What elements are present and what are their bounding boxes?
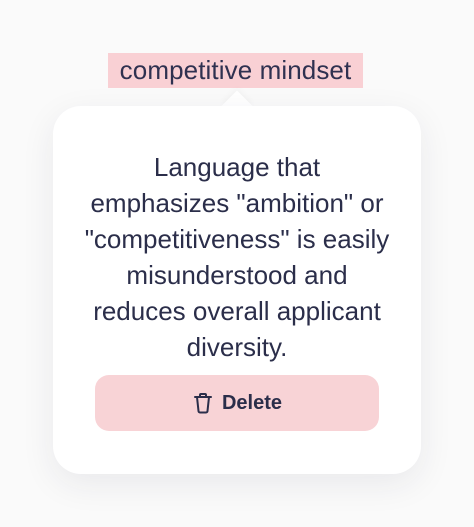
- suggestion-message: Language that emphasizes "ambition" or "…: [84, 152, 390, 362]
- highlighted-phrase[interactable]: competitive mindset: [108, 53, 363, 88]
- suggestion-popover: Language that emphasizes "ambition" or "…: [53, 106, 421, 474]
- trash-icon: [192, 391, 214, 415]
- delete-button-label: Delete: [221, 391, 283, 414]
- delete-button[interactable]: Delete: [95, 375, 379, 431]
